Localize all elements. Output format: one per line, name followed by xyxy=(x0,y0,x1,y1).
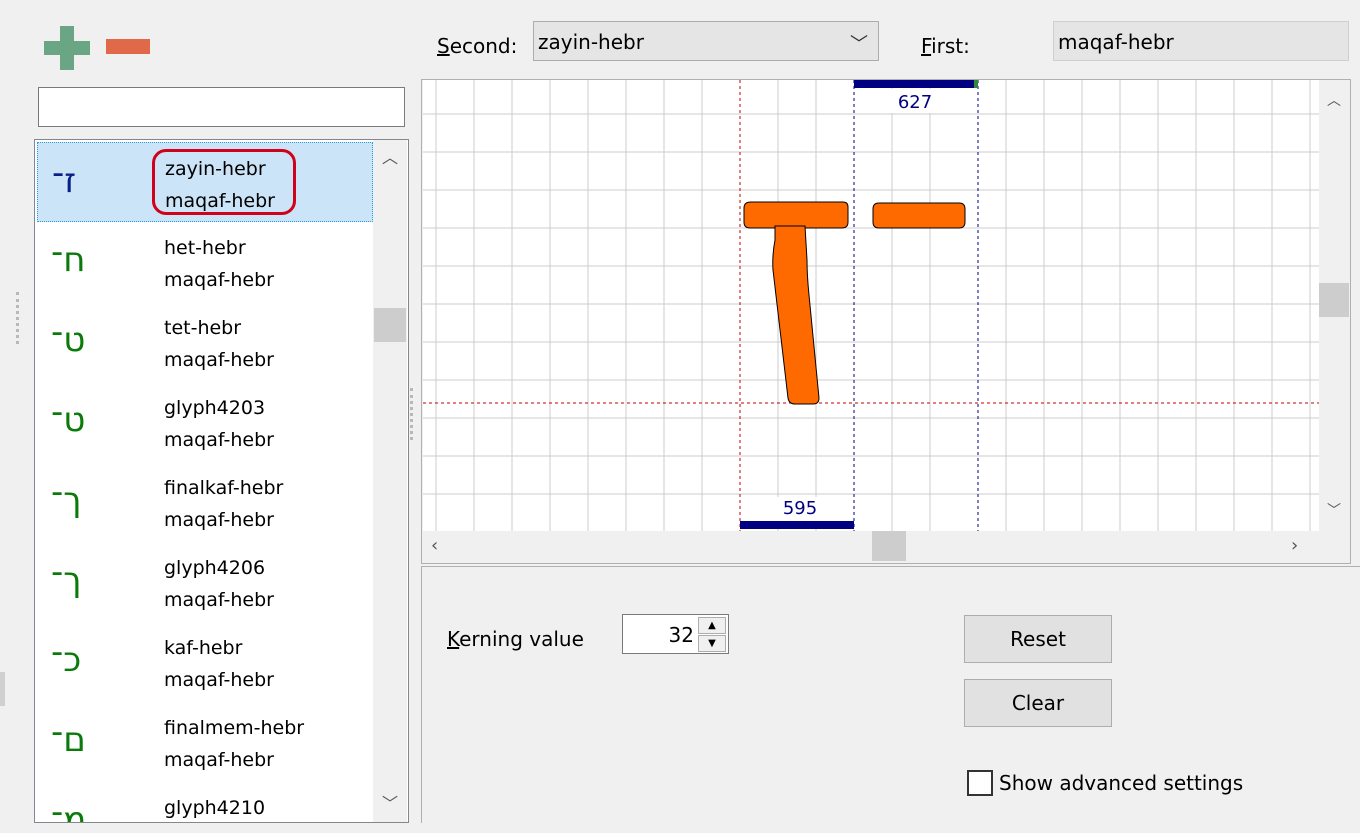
first-glyph-name: maqaf-hebr xyxy=(164,509,274,531)
zayin-glyph-shape xyxy=(743,201,849,405)
left-edge-handle[interactable] xyxy=(0,672,5,706)
list-item[interactable]: ח־ het-hebr maqaf-hebr xyxy=(37,222,373,302)
pair-glyph-preview: ם־ xyxy=(51,720,86,760)
reset-button[interactable]: Reset xyxy=(964,615,1112,663)
list-scrollbar-thumb[interactable] xyxy=(374,308,406,342)
second-advance-bar xyxy=(740,521,854,529)
pair-glyph-preview: מ־ xyxy=(51,800,87,823)
add-pair-button[interactable] xyxy=(44,26,90,70)
second-glyph-combo[interactable]: zayin-hebr ﹀ xyxy=(533,21,879,61)
chevron-up-icon[interactable]: ︿ xyxy=(373,144,407,172)
pair-glyph-preview: ך־ xyxy=(51,480,82,520)
maqaf-glyph-shape xyxy=(872,202,966,229)
list-item[interactable]: ז־ zayin-hebr maqaf-hebr xyxy=(37,142,373,222)
second-glyph-value: zayin-hebr xyxy=(538,30,644,54)
kerning-value-spinbox[interactable]: 32 ▲ ▼ xyxy=(622,614,729,654)
preview-vertical-scrollbar[interactable]: ︿ ﹀ xyxy=(1319,80,1349,531)
chevron-left-icon[interactable]: ‹ xyxy=(431,535,451,557)
first-glyph-name: maqaf-hebr xyxy=(164,349,274,371)
second-glyph-name: finalmem-hebr xyxy=(164,717,305,739)
second-glyph-name: tet-hebr xyxy=(164,317,242,339)
remove-pair-button[interactable] xyxy=(106,39,150,54)
pair-glyph-preview: ך־ xyxy=(51,560,82,600)
first-width-label: 627 xyxy=(897,92,933,113)
pair-glyph-preview: כ־ xyxy=(51,640,82,680)
chevron-down-icon[interactable]: ﹀ xyxy=(1319,500,1349,520)
preview-horizontal-scrollbar[interactable]: ‹ › xyxy=(423,531,1319,562)
pair-glyph-preview: ט־ xyxy=(51,400,86,440)
first-glyph-name: maqaf-hebr xyxy=(164,429,274,451)
list-item[interactable]: ך־ glyph4206 maqaf-hebr xyxy=(37,542,373,622)
spin-up-icon[interactable]: ▲ xyxy=(698,617,726,634)
chevron-down-icon[interactable]: ﹀ xyxy=(373,790,407,818)
preview-vscroll-thumb[interactable] xyxy=(1319,283,1349,317)
first-glyph-name: maqaf-hebr xyxy=(164,269,274,291)
second-glyph-name: glyph4203 xyxy=(164,397,266,419)
first-glyph-name: maqaf-hebr xyxy=(164,669,274,691)
first-glyph-name: maqaf-hebr xyxy=(164,749,274,771)
list-scrollbar[interactable] xyxy=(373,140,407,822)
preview-grid xyxy=(423,80,1319,531)
second-label: Second: xyxy=(437,34,518,58)
first-advance-bar xyxy=(854,80,978,88)
kerning-pair-list[interactable]: ז־ zayin-hebr maqaf-hebr ח־ het-hebr maq… xyxy=(34,139,409,823)
chevron-right-icon[interactable]: › xyxy=(1291,535,1311,557)
second-glyph-name: glyph4206 xyxy=(164,557,266,579)
list-item[interactable]: כ־ kaf-hebr maqaf-hebr xyxy=(37,622,373,702)
second-width-label: 595 xyxy=(782,498,818,519)
list-item[interactable]: ט־ tet-hebr maqaf-hebr xyxy=(37,302,373,382)
clear-button[interactable]: Clear xyxy=(964,679,1112,727)
second-glyph-name: glyph4210 xyxy=(164,797,266,819)
list-item[interactable]: מ־ glyph4210 maqaf-hebr xyxy=(37,782,373,823)
first-glyph-value: maqaf-hebr xyxy=(1058,30,1174,54)
chevron-up-icon[interactable]: ︿ xyxy=(1319,90,1349,110)
first-glyph-name: maqaf-hebr xyxy=(164,589,274,611)
first-glyph-field[interactable]: maqaf-hebr xyxy=(1053,21,1349,61)
preview-hscroll-thumb[interactable] xyxy=(872,531,906,561)
pair-glyph-preview: ז־ xyxy=(52,161,77,201)
preview-svg xyxy=(423,80,1319,531)
kerning-value-label: Kerning value xyxy=(447,627,584,651)
list-item[interactable]: ך־ finalkaf-hebr maqaf-hebr xyxy=(37,462,373,542)
second-glyph-name: kaf-hebr xyxy=(164,637,243,659)
kerning-value: 32 xyxy=(668,623,694,647)
left-splitter-grip[interactable] xyxy=(16,292,19,344)
list-item[interactable]: ט־ glyph4203 maqaf-hebr xyxy=(37,382,373,462)
show-advanced-checkbox[interactable] xyxy=(967,770,993,796)
spin-down-icon[interactable]: ▼ xyxy=(698,635,726,652)
pair-glyph-preview: ט־ xyxy=(51,320,86,360)
first-label: First: xyxy=(921,34,970,58)
second-glyph-name: het-hebr xyxy=(164,237,246,259)
selection-highlight xyxy=(152,149,296,215)
show-advanced-label[interactable]: Show advanced settings xyxy=(999,771,1243,795)
kerning-preview-canvas[interactable]: 627 595 xyxy=(423,80,1319,531)
list-splitter-grip[interactable] xyxy=(410,388,413,440)
list-item[interactable]: ם־ finalmem-hebr maqaf-hebr xyxy=(37,702,373,782)
pair-filter-input[interactable] xyxy=(38,87,405,127)
pair-glyph-preview: ח־ xyxy=(51,240,86,280)
second-glyph-name: finalkaf-hebr xyxy=(164,477,284,499)
chevron-down-icon: ﹀ xyxy=(850,34,868,55)
